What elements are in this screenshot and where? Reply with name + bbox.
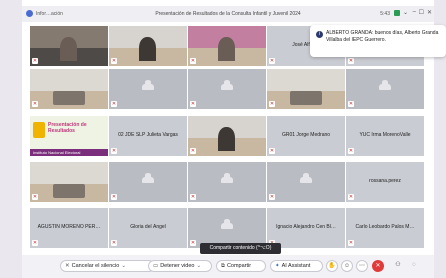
minimize-icon[interactable]: –: [413, 9, 416, 15]
mic-muted-icon: ✕: [348, 101, 354, 107]
share-screen-icon: ⧉: [221, 263, 225, 269]
poster-footer-text: Instituto Nacional Electoral: [33, 150, 81, 155]
participant-tile[interactable]: ✕: [30, 69, 108, 109]
participant-tile[interactable]: rossana.perez ✕: [346, 162, 424, 202]
close-window-icon[interactable]: ✕: [427, 9, 432, 16]
meeting-title: Presentación de Resultados de la Consult…: [155, 11, 301, 17]
participant-tile[interactable]: ✕: [188, 116, 266, 156]
mic-muted-icon: ✕: [32, 240, 38, 246]
mic-muted-icon: ✕: [348, 58, 354, 64]
participant-tile[interactable]: ✕: [109, 69, 187, 109]
mic-muted-icon: ✕: [269, 101, 275, 107]
mic-muted-icon: ✕: [348, 148, 354, 154]
mic-muted-icon: ✕: [348, 194, 354, 200]
participant-tile[interactable]: ✕: [346, 69, 424, 109]
left-frame: [0, 0, 22, 278]
mic-muted-icon: ✕: [269, 148, 275, 154]
participant-name: YUC Irma MorenoValle: [359, 132, 411, 138]
share-tooltip: Compartir contenido (^⌥O): [200, 243, 281, 254]
clock-time: 5:43: [380, 11, 390, 17]
chevron-down-icon: ⌄: [121, 263, 126, 269]
mic-muted-icon: ✕: [190, 240, 196, 246]
participant-tile[interactable]: ✕: [30, 26, 108, 66]
avatar-icon: [220, 80, 234, 90]
avatar-icon: [299, 173, 313, 183]
stop-video-label: Detener video: [160, 263, 195, 269]
participant-name: AGUSTIN MORENO PER…: [37, 224, 101, 230]
chat-notification[interactable]: i ALBERTO GRANDA: buenos días, Alberto G…: [310, 25, 446, 57]
shield-icon: [394, 10, 400, 16]
mic-muted-icon: ✕: [111, 194, 117, 200]
mic-muted-icon: ✕: [111, 148, 117, 154]
notification-text: ALBERTO GRANDA: buenos días, Alberto Gra…: [326, 30, 439, 43]
mic-muted-icon: ✕: [190, 101, 196, 107]
participant-tile[interactable]: YUC Irma MorenoValle ✕: [346, 116, 424, 156]
chevron-down-icon: ⌄: [196, 263, 202, 269]
participant-name: 02 JDE SLP Julieta Vargas: [118, 132, 178, 138]
ai-sparkle-icon: ✦: [275, 263, 280, 269]
participant-name: Carlo Leobardo Palos M…: [355, 224, 415, 230]
poster-title: Presentación de Resultados: [48, 122, 87, 134]
participant-tile[interactable]: Carlo Leobardo Palos M… ✕: [346, 208, 424, 248]
participant-tile[interactable]: ✕: [188, 208, 266, 248]
participant-tile[interactable]: ✕: [109, 26, 187, 66]
participants-icon[interactable]: ⚇: [392, 260, 404, 272]
share-label: Compartir: [226, 263, 252, 269]
more-icon[interactable]: ⋯: [356, 260, 368, 272]
mic-muted-icon: ✕: [32, 101, 38, 107]
mic-muted-icon: ✕: [348, 240, 354, 246]
participant-tile[interactable]: ✕: [188, 162, 266, 202]
ai-assistant-label: AI Assistant: [281, 263, 311, 269]
mic-muted-icon: ✕: [190, 194, 196, 200]
shared-poster-tile[interactable]: Presentación de Resultados Instituto Nac…: [30, 116, 108, 156]
info-icon: i: [316, 31, 323, 38]
participant-name: Ignacio Alejandro Cen Bl…: [276, 224, 336, 230]
participant-tile[interactable]: ✕: [267, 162, 345, 202]
participant-tile[interactable]: Gloria del Ángel ✕: [109, 208, 187, 248]
mic-muted-icon: ✕: [111, 240, 117, 246]
unmute-label: Cancelar el silencio: [71, 263, 120, 269]
avatar-icon: [220, 219, 234, 229]
chat-icon[interactable]: ◌: [408, 260, 420, 272]
participant-name: GR01 Jorge Medrano: [281, 132, 331, 138]
hand-icon[interactable]: ✋: [326, 260, 338, 272]
participant-tile[interactable]: ✕: [188, 26, 266, 66]
participant-name: rossana.perez: [369, 178, 401, 184]
mic-muted-icon: ✕: [111, 58, 117, 64]
mic-muted-icon: ✕: [269, 194, 275, 200]
participant-tile[interactable]: ✕: [188, 69, 266, 109]
avatar-icon: [141, 80, 155, 90]
share-button[interactable]: ⧉ Compartir: [216, 260, 266, 272]
participant-tile[interactable]: ✕: [30, 162, 108, 202]
stop-video-button[interactable]: ▭ Detener video ⌄: [148, 260, 212, 272]
mic-muted-icon: ✕: [65, 263, 70, 269]
close-icon[interactable]: ✕: [372, 260, 384, 272]
emoji-icon[interactable]: ☺: [341, 260, 353, 272]
participant-tile[interactable]: AGUSTIN MORENO PER… ✕: [30, 208, 108, 248]
participant-tile[interactable]: Ignacio Alejandro Cen Bl…✕: [267, 208, 345, 248]
participant-tile[interactable]: ✕: [267, 69, 345, 109]
meeting-toolbar: ✕ Cancelar el silencio ⌄ ▭ Detener video ⌄ ⧉…: [22, 255, 434, 278]
avatar-icon: [141, 173, 155, 183]
unmute-button[interactable]: ✕ Cancelar el silencio ⌄: [60, 260, 155, 272]
mic-muted-icon: ✕: [111, 101, 117, 107]
mic-muted-icon: ✕: [269, 58, 275, 64]
participant-tile[interactable]: GR01 Jorge Medrano ✕: [267, 116, 345, 156]
ai-assistant-button[interactable]: ✦ AI Assistant: [270, 260, 323, 272]
participant-tile[interactable]: 02 JDE SLP Julieta Vargas ✕: [109, 116, 187, 156]
mic-muted-icon: ✕: [190, 58, 196, 64]
participant-tile[interactable]: ✕: [109, 162, 187, 202]
video-camera-icon: ▭: [153, 263, 159, 269]
participant-name: Gloria del Ángel: [130, 224, 166, 230]
maximize-icon[interactable]: ☐: [419, 9, 424, 16]
chevron-down-icon[interactable]: ⌄: [403, 9, 408, 16]
poster-logo: [33, 122, 45, 138]
poster-footer: Instituto Nacional Electoral: [30, 149, 108, 156]
mic-muted-icon: ✕: [190, 148, 196, 154]
mic-muted-icon: ✕: [32, 58, 38, 64]
window-titlebar: Infor…ación Presentación de Resultados d…: [22, 6, 434, 22]
mic-muted-icon: ✕: [32, 194, 38, 200]
avatar-icon: [220, 173, 234, 183]
avatar-icon: [378, 80, 392, 90]
